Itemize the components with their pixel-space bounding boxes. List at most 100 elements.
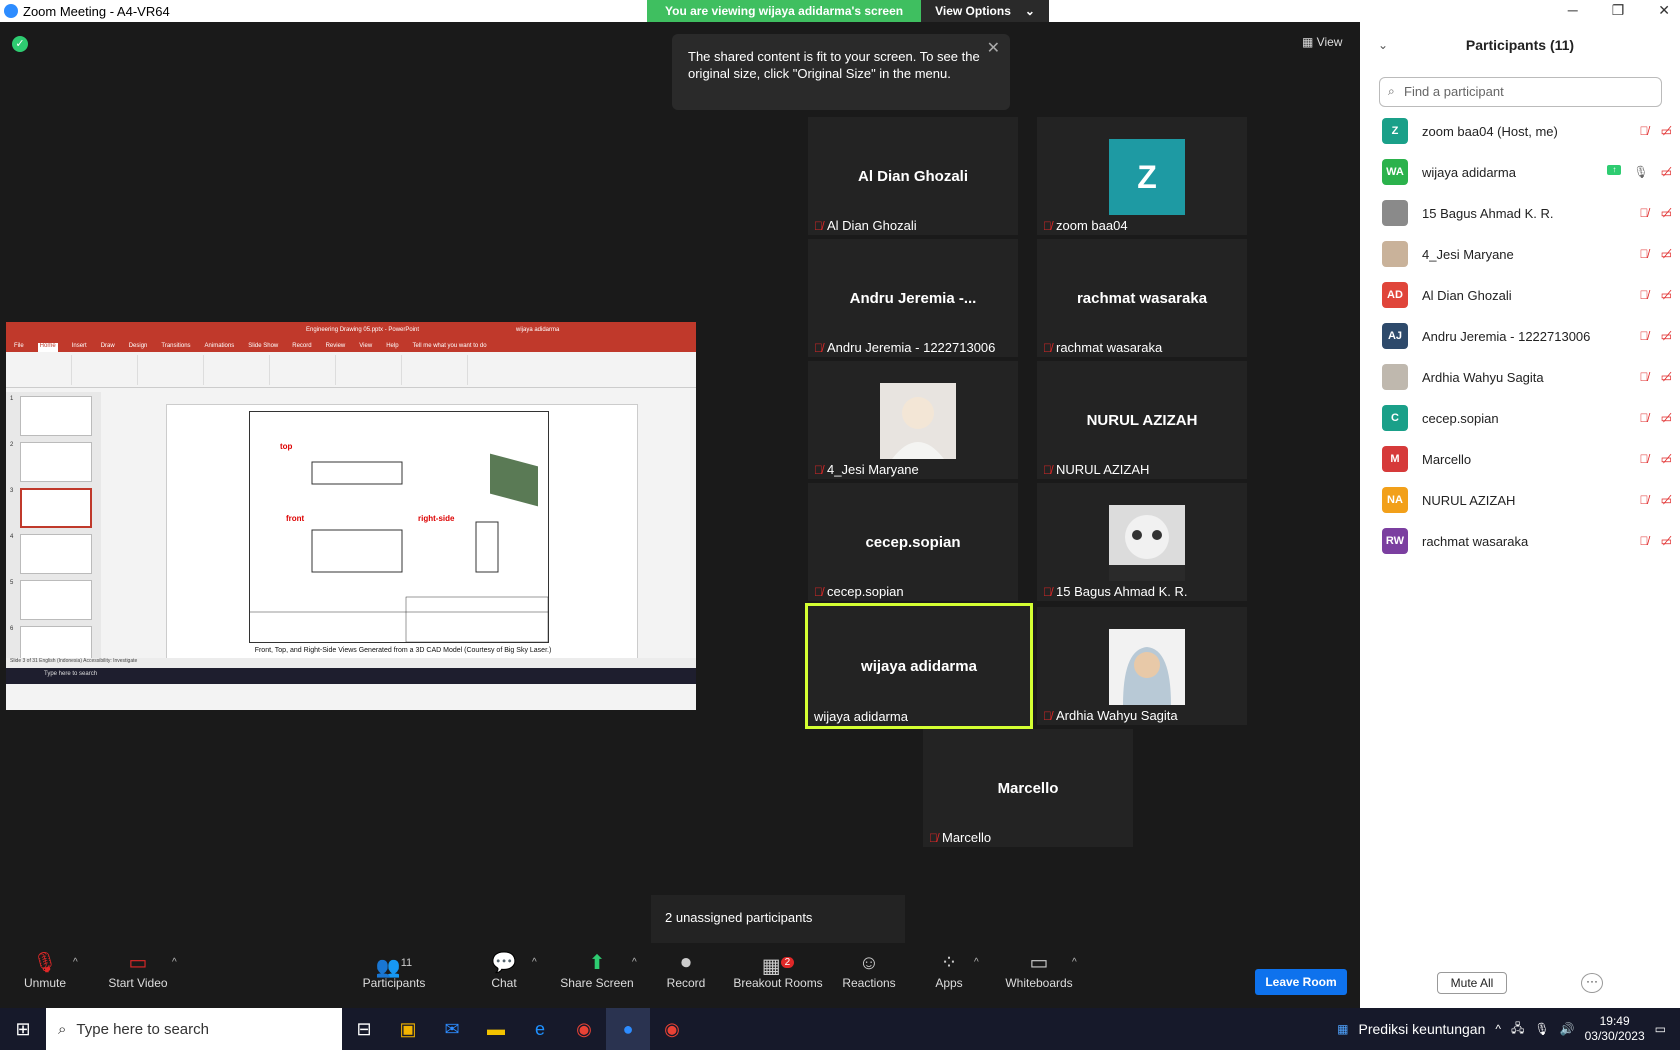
tile-label: 🎙̸ cecep.sopian <box>814 584 904 599</box>
notifications-icon[interactable]: ▭ <box>1655 1022 1666 1036</box>
video-tile[interactable]: 🎙̸ Ardhia Wahyu Sagita <box>1037 607 1247 725</box>
participant-search-input[interactable]: ⌕ Find a participant <box>1379 77 1662 107</box>
edge-icon[interactable]: e <box>518 1008 562 1050</box>
participant-row[interactable]: Z zoom baa04 (Host, me) 🎙̸ ▭̸ <box>1382 112 1672 150</box>
news-icon[interactable]: ▦ <box>1337 1022 1348 1036</box>
volume-icon[interactable]: 🔊 <box>1560 1022 1575 1036</box>
chevron-up-icon[interactable]: ^ <box>974 957 979 968</box>
close-icon[interactable]: ✕ <box>1658 2 1670 19</box>
unmute-button[interactable]: 🎙 Unmute <box>0 950 90 990</box>
video-tile-active-speaker[interactable]: wijaya adidarma wijaya adidarma <box>805 603 1033 729</box>
chevron-up-icon[interactable]: ^ <box>73 957 78 968</box>
avatar: AJ <box>1382 323 1408 349</box>
store-icon[interactable]: ▣ <box>386 1008 430 1050</box>
video-off-icon: ▭̸ <box>1660 165 1672 179</box>
video-tile[interactable]: rachmat wasaraka 🎙̸ rachmat wasaraka <box>1037 239 1247 357</box>
participant-status: 🎙̸ ▭̸ <box>1640 247 1672 261</box>
chevron-up-icon[interactable]: ^ <box>172 957 177 968</box>
video-tile[interactable]: Z 🎙̸ zoom baa04 <box>1037 117 1247 235</box>
video-tile[interactable]: Andru Jeremia -... 🎙̸ Andru Jeremia - 122… <box>808 239 1018 357</box>
apps-button[interactable]: ⁘ Apps <box>904 950 994 990</box>
file-explorer-icon[interactable]: ▬ <box>474 1008 518 1050</box>
ppt-titlebar: Engineering Drawing 05.pptx - PowerPoint… <box>6 322 696 340</box>
mic-icon: 🎙 <box>1633 165 1649 179</box>
notification-text[interactable]: Prediksi keuntungan <box>1359 1021 1486 1037</box>
video-tile[interactable]: 🎙̸ 4_Jesi Maryane <box>808 361 1018 479</box>
view-options-button[interactable]: View Options ⌄ <box>921 0 1049 22</box>
participant-row[interactable]: 4_Jesi Maryane 🎙̸ ▭̸ <box>1382 235 1672 273</box>
close-icon[interactable]: ✕ <box>987 40 1000 57</box>
participant-name: Andru Jeremia - 1222713006 <box>1422 328 1591 344</box>
thumb-number: 5 <box>10 580 14 586</box>
participant-row[interactable]: RW rachmat wasaraka 🎙̸ ▭̸ <box>1382 522 1672 560</box>
chevron-up-icon[interactable]: ^ <box>632 957 637 968</box>
tile-name: zoom baa04 <box>1056 218 1128 233</box>
participant-row[interactable]: WA wijaya adidarma ↑ 🎙 ▭̸ <box>1382 153 1672 191</box>
participant-row[interactable]: C cecep.sopian 🎙̸ ▭̸ <box>1382 399 1672 437</box>
tile-name: Al Dian Ghozali <box>827 218 917 233</box>
mic-muted-icon: 🎙̸ <box>814 462 823 477</box>
avatar: NA <box>1382 487 1408 513</box>
video-tile[interactable]: NURUL AZIZAH 🎙̸ NURUL AZIZAH <box>1037 361 1247 479</box>
chevron-up-icon[interactable]: ^ <box>1072 957 1077 968</box>
video-tile[interactable]: 🎙̸ 15 Bagus Ahmad K. R. <box>1037 483 1247 601</box>
network-icon[interactable]: 🖧 <box>1511 1019 1524 1040</box>
participant-row[interactable]: M Marcello 🎙̸ ▭̸ <box>1382 440 1672 478</box>
video-off-icon: ▭̸ <box>1660 247 1672 261</box>
encryption-shield-icon[interactable]: ✓ <box>12 36 28 52</box>
mute-all-button[interactable]: Mute All <box>1437 972 1507 994</box>
task-view-icon[interactable]: ⊟ <box>342 1008 386 1050</box>
share-screen-button[interactable]: ⬆ Share Screen <box>552 950 642 990</box>
whiteboards-button[interactable]: ▭ Whiteboards <box>994 950 1084 990</box>
windows-start-icon[interactable]: ⊞ <box>0 1008 46 1050</box>
participant-status: 🎙̸ ▭̸ <box>1640 534 1672 548</box>
tile-name: Marcello <box>942 830 992 845</box>
zoom-icon[interactable]: ● <box>606 1008 650 1050</box>
profile-photo <box>1109 505 1185 581</box>
breakout-rooms-button[interactable]: ▦ 2 Breakout Rooms <box>728 950 828 990</box>
clock[interactable]: 19:49 03/30/2023 <box>1585 1014 1645 1044</box>
unassigned-participants-notice[interactable]: 2 unassigned participants <box>651 895 905 943</box>
leave-room-button[interactable]: Leave Room <box>1255 969 1347 995</box>
start-video-button[interactable]: ▭ Start Video <box>93 950 183 990</box>
breakout-rooms-icon: ▦ 2 <box>728 950 828 978</box>
taskbar-search-box[interactable]: ⌕ Type here to search <box>46 1008 342 1050</box>
breakout-badge: 2 <box>780 957 795 968</box>
ppt-menu-item: Draw <box>100 343 115 349</box>
ribbon-group <box>210 355 270 385</box>
mic-icon[interactable]: 🎙 <box>1534 1022 1549 1036</box>
ribbon-group <box>144 355 204 385</box>
maximize-icon[interactable]: ❐ <box>1612 2 1625 19</box>
participant-name: Marcello <box>1422 451 1472 467</box>
more-options-button[interactable]: ··· <box>1581 973 1603 993</box>
chevron-up-icon[interactable]: ^ <box>1495 1022 1501 1036</box>
shared-screen[interactable]: Engineering Drawing 05.pptx - PowerPoint… <box>6 322 696 710</box>
minimize-icon[interactable]: ─ <box>1568 2 1578 19</box>
participant-row[interactable]: AD Al Dian Ghozali 🎙̸ ▭̸ <box>1382 276 1672 314</box>
participants-button[interactable]: 👥11 Participants <box>349 950 439 990</box>
view-button[interactable]: ▦ View <box>1302 35 1342 49</box>
avatar: RW <box>1382 528 1408 554</box>
ppt-menu-item: Review <box>325 343 346 349</box>
ribbon-group <box>408 355 468 385</box>
participant-row[interactable]: 15 Bagus Ahmad K. R. 🎙̸ ▭̸ <box>1382 194 1672 232</box>
video-tile[interactable]: Marcello 🎙̸ Marcello <box>923 729 1133 847</box>
mic-muted-icon: 🎙̸ <box>1043 584 1052 599</box>
video-tile[interactable]: cecep.sopian 🎙̸ cecep.sopian <box>808 483 1018 601</box>
time: 19:49 <box>1599 1014 1630 1028</box>
video-tile[interactable]: Al Dian Ghozali 🎙̸ Al Dian Ghozali <box>808 117 1018 235</box>
participant-row[interactable]: NA NURUL AZIZAH 🎙̸ ▭̸ <box>1382 481 1672 519</box>
chevron-up-icon[interactable]: ^ <box>532 957 537 968</box>
chat-button[interactable]: 💬 Chat <box>459 950 549 990</box>
chrome-icon[interactable]: ◉ <box>562 1008 606 1050</box>
chrome-profile-icon[interactable]: ◉ <box>650 1008 694 1050</box>
record-button[interactable]: ⏺ Record <box>641 950 731 990</box>
reactions-button[interactable]: ☺ Reactions <box>824 950 914 990</box>
participant-row[interactable]: AJ Andru Jeremia - 1222713006 🎙̸ ▭̸ <box>1382 317 1672 355</box>
slide-thumb <box>20 534 92 574</box>
slide-thumbnails: 1 2 3 4 5 6 <box>6 392 101 682</box>
participant-row[interactable]: Ardhia Wahyu Sagita 🎙̸ ▭̸ <box>1382 358 1672 396</box>
mail-icon[interactable]: ✉ <box>430 1008 474 1050</box>
participant-status: 🎙̸ ▭̸ <box>1640 493 1672 507</box>
ppt-title: Engineering Drawing 05.pptx - PowerPoint <box>306 327 420 333</box>
